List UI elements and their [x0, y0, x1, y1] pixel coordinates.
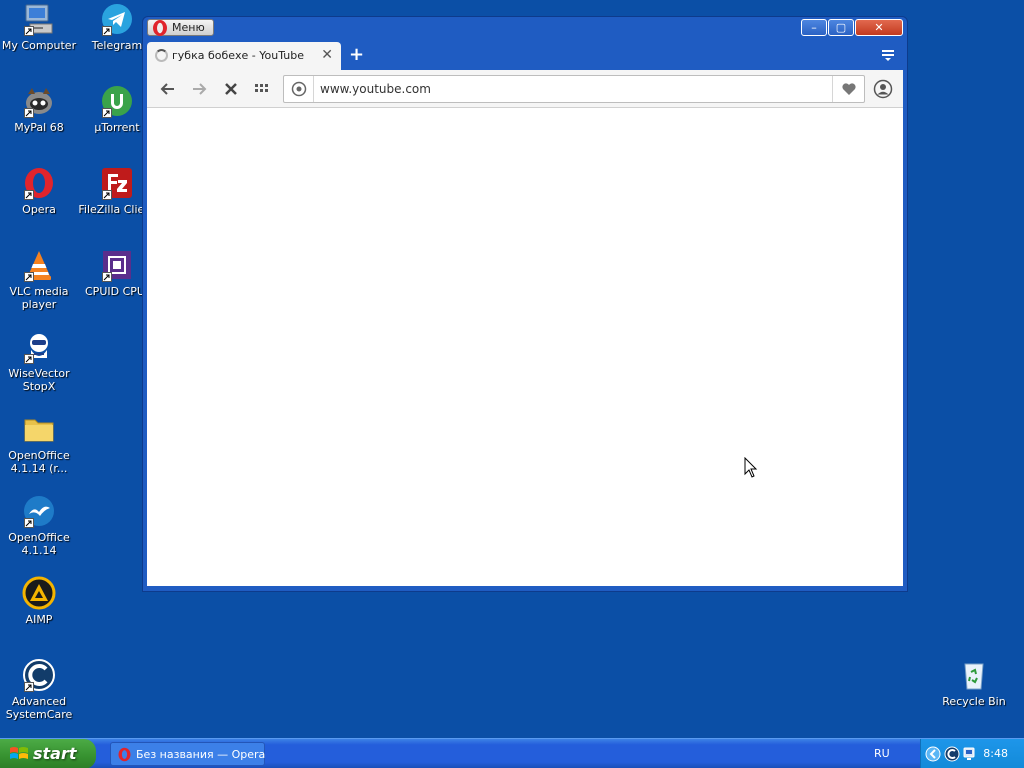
shortcut-arrow-icon — [102, 190, 112, 200]
clock[interactable]: 8:48 — [983, 747, 1008, 760]
utorrent-icon — [100, 84, 134, 118]
window-titlebar[interactable]: Меню – ▢ ✕ — [143, 17, 907, 39]
desktop-icon-openoffice-folder[interactable]: OpenOffice 4.1.14 (r... — [0, 412, 78, 475]
new-tab-button[interactable]: + — [349, 44, 364, 65]
window-controls: – ▢ ✕ — [801, 19, 903, 36]
stop-loading-button[interactable] — [222, 80, 240, 98]
network-icon — [963, 747, 975, 760]
desktop-icon-label: Advanced SystemCare — [5, 695, 73, 721]
loading-spinner-icon — [155, 49, 168, 62]
opera-icon — [22, 166, 56, 200]
taskbar-item-opera[interactable]: Без названия — Opera — [110, 742, 265, 766]
site-info-icon — [291, 81, 307, 97]
taskbar-item-label: Без названия — Opera — [136, 748, 266, 761]
windows-logo-icon — [10, 747, 28, 759]
arrow-left-icon — [160, 83, 174, 95]
minimize-button[interactable]: – — [801, 19, 827, 36]
address-bar — [283, 75, 865, 103]
menu-label: Меню — [172, 21, 205, 34]
opera-browser-window: Меню – ▢ ✕ губка бобехе - YouTube ✕ + — [142, 16, 908, 592]
shortcut-arrow-icon — [24, 518, 34, 528]
desktop-icon-my-computer[interactable]: My Computer — [0, 2, 78, 52]
desktop-icon-advanced-systemcare[interactable]: Advanced SystemCare — [0, 658, 78, 721]
desktop-icon-label: WiseVector StopX — [8, 367, 70, 393]
advanced-systemcare-icon — [22, 658, 56, 692]
tab-youtube[interactable]: губка бобехе - YouTube ✕ — [147, 42, 341, 70]
maximize-button[interactable]: ▢ — [828, 19, 854, 36]
aimp-icon — [22, 576, 56, 610]
url-input[interactable] — [320, 81, 820, 97]
forward-button[interactable] — [190, 80, 208, 98]
desktop-icon-wisevector[interactable]: WiseVector StopX — [0, 330, 78, 393]
desktop-icon-vlc[interactable]: VLC media player — [0, 248, 78, 311]
close-icon — [225, 83, 237, 95]
language-indicator[interactable]: RU — [874, 747, 890, 760]
openoffice-icon — [22, 494, 56, 528]
page-content-area[interactable] — [147, 108, 903, 586]
shortcut-arrow-icon — [24, 682, 34, 692]
shortcut-arrow-icon — [102, 108, 112, 118]
tray-network[interactable] — [961, 746, 977, 762]
shortcut-arrow-icon — [24, 272, 34, 282]
desktop-icon-label: My Computer — [1, 39, 77, 52]
my-computer-icon — [22, 2, 56, 36]
folder-icon — [22, 412, 56, 446]
bookmark-button[interactable] — [832, 76, 864, 102]
opera-icon — [118, 747, 131, 762]
account-button[interactable] — [873, 79, 893, 99]
user-icon — [873, 79, 893, 99]
tray-advanced-systemcare[interactable] — [944, 746, 960, 762]
desktop-icon-opera[interactable]: Opera — [0, 166, 78, 216]
back-button[interactable] — [159, 80, 177, 98]
site-info-button[interactable] — [284, 76, 314, 102]
opera-logo-icon — [153, 20, 167, 36]
mypal-icon — [22, 84, 56, 118]
tab-menu-icon[interactable] — [881, 48, 895, 62]
desktop-icon-label: OpenOffice 4.1.14 — [8, 531, 70, 557]
system-tray: 8:48 — [920, 739, 1024, 768]
desktop-icon-mypal[interactable]: MyPal 68 — [0, 84, 78, 134]
shortcut-arrow-icon — [102, 26, 112, 36]
grid-icon — [255, 84, 268, 92]
shortcut-arrow-icon — [24, 190, 34, 200]
vlc-icon — [22, 248, 56, 282]
arrow-right-icon — [193, 83, 207, 95]
shortcut-arrow-icon — [24, 108, 34, 118]
cpuz-icon — [100, 248, 134, 282]
mouse-cursor-icon — [744, 457, 758, 478]
shortcut-arrow-icon — [102, 272, 112, 282]
recycle-bin-icon — [957, 658, 991, 692]
telegram-icon — [100, 2, 134, 36]
shortcut-arrow-icon — [24, 354, 34, 364]
shortcut-arrow-icon — [24, 26, 34, 36]
desktop-icon-label: Opera — [22, 203, 56, 216]
tray-expand-button[interactable] — [925, 746, 941, 762]
desktop-icon-aimp[interactable]: AIMP — [0, 576, 78, 626]
desktop-icon-label: VLC media player — [9, 285, 69, 311]
speed-dial-button[interactable] — [253, 80, 271, 98]
wisevector-icon — [22, 330, 56, 364]
chevron-left-icon — [925, 746, 941, 762]
heart-icon — [842, 83, 856, 95]
desktop-icon-openoffice[interactable]: OpenOffice 4.1.14 — [0, 494, 78, 557]
filezilla-icon — [100, 166, 134, 200]
start-button[interactable]: start — [0, 739, 96, 768]
advanced-systemcare-icon — [944, 746, 960, 762]
opera-menu-button[interactable]: Меню — [147, 19, 214, 36]
close-window-button[interactable]: ✕ — [855, 19, 903, 36]
desktop-icon-label: MyPal 68 — [14, 121, 64, 134]
tab-title: губка бобехе - YouTube — [172, 49, 304, 62]
taskbar: start Без названия — Opera RU 8:48 — [0, 738, 1024, 768]
navigation-toolbar — [147, 70, 903, 108]
tab-strip: губка бобехе - YouTube ✕ + — [147, 42, 903, 70]
desktop-icon-label: OpenOffice 4.1.14 (r... — [8, 449, 70, 475]
desktop-icon-recycle-bin[interactable]: Recycle Bin — [935, 658, 1013, 708]
desktop-icon-label: Recycle Bin — [942, 695, 1006, 708]
start-label: start — [33, 744, 77, 763]
tab-close-icon[interactable]: ✕ — [321, 47, 333, 63]
desktop-icon-label: AIMP — [25, 613, 53, 626]
